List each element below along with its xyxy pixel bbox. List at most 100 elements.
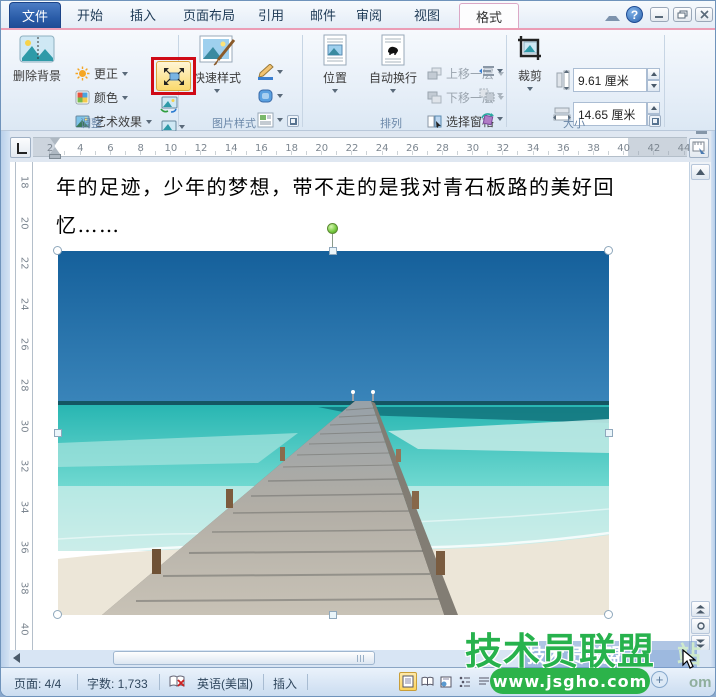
tab-page-layout[interactable]: 页面布局 xyxy=(173,4,245,28)
horizontal-ruler[interactable]: 2468101214161820222426283032343638404244 xyxy=(33,137,687,157)
position-button[interactable]: 位置 xyxy=(311,34,359,93)
remove-background-icon xyxy=(19,34,55,64)
resize-handle-bottom-middle[interactable] xyxy=(329,611,337,619)
web-layout-view-button[interactable] xyxy=(437,672,455,691)
page-count[interactable]: 页面: 4/4 xyxy=(14,675,61,692)
tab-review[interactable]: 审阅 xyxy=(348,4,390,28)
vertical-scrollbar[interactable] xyxy=(689,162,711,650)
spell-check-icon[interactable] xyxy=(169,674,187,689)
print-layout-view-button[interactable] xyxy=(399,672,417,691)
group-button[interactable] xyxy=(479,88,503,102)
ribbon: 删除背景 更正 颜色 艺术效果 xyxy=(1,28,716,131)
watermark-brand-text: 技术员联盟 xyxy=(465,621,655,675)
print-layout-icon xyxy=(402,675,414,688)
resize-handle-middle-left[interactable] xyxy=(54,429,62,437)
resize-handle-bottom-right[interactable] xyxy=(604,610,613,619)
tab-mailings[interactable]: 邮件 xyxy=(302,4,344,28)
resize-handle-top-middle[interactable] xyxy=(329,247,337,255)
draft-view-icon xyxy=(478,676,490,687)
tab-view[interactable]: 视图 xyxy=(406,4,448,28)
hanging-indent-marker[interactable] xyxy=(50,147,60,154)
send-backward-icon xyxy=(427,91,442,104)
crop-button[interactable]: 裁剪 xyxy=(509,34,551,91)
close-button[interactable] xyxy=(695,7,713,22)
resize-handle-top-right[interactable] xyxy=(604,246,613,255)
beach-pier-picture[interactable] xyxy=(58,251,609,615)
paragraph-line-1: 年的足迹，少年的梦想，带不走的是我对青石板路的美好回 xyxy=(56,171,615,200)
height-spin-up-icon[interactable] xyxy=(647,68,660,80)
resize-handle-middle-right[interactable] xyxy=(605,429,613,437)
height-spinner[interactable] xyxy=(647,68,660,92)
full-screen-reading-view-button[interactable] xyxy=(418,672,436,691)
first-line-indent-marker[interactable] xyxy=(50,138,60,145)
scroll-left-icon[interactable] xyxy=(13,653,20,663)
word-count[interactable]: 字数: 1,733 xyxy=(87,675,148,692)
restore-button[interactable] xyxy=(673,7,692,22)
crop-icon xyxy=(516,34,544,64)
ruler-toggle-button[interactable] xyxy=(689,138,709,158)
vertical-ruler[interactable]: 182022242628303234363840 xyxy=(15,162,33,650)
width-spin-up-icon[interactable] xyxy=(647,102,660,114)
horizontal-scroll-thumb[interactable] xyxy=(113,651,375,665)
tab-references[interactable]: 引用 xyxy=(250,4,292,28)
change-picture-button[interactable] xyxy=(159,96,179,113)
align-icon xyxy=(479,64,495,78)
tab-insert[interactable]: 插入 xyxy=(122,4,164,28)
color-palette-icon xyxy=(75,90,90,105)
shape-height-icon xyxy=(555,70,571,90)
change-picture-icon xyxy=(159,96,179,113)
select-browse-object-button[interactable] xyxy=(691,618,710,634)
tab-home[interactable]: 开始 xyxy=(69,4,111,28)
annotation-highlight-box xyxy=(151,57,196,95)
collapse-ribbon-icon[interactable] xyxy=(605,10,614,16)
minimize-ribbon-dash xyxy=(696,131,707,134)
tab-format-active[interactable]: 格式 xyxy=(459,3,519,28)
left-indent-marker[interactable] xyxy=(49,154,61,159)
picture-border-icon xyxy=(257,64,275,80)
language-indicator[interactable]: 英语(美国) xyxy=(197,675,253,692)
rotate-button[interactable] xyxy=(479,112,503,126)
restore-icon xyxy=(677,10,688,19)
ruler-number: 20 xyxy=(307,140,337,158)
group-objects-icon xyxy=(479,88,495,102)
picture-effects-button[interactable] xyxy=(257,88,283,104)
picture-border-button[interactable] xyxy=(257,64,283,80)
remove-background-button[interactable]: 删除背景 xyxy=(7,34,67,84)
group-label-size: 大小 xyxy=(549,115,599,129)
rotation-handle-stem xyxy=(332,234,333,247)
watermark-ghost-text: om xyxy=(689,674,712,691)
bring-forward-icon xyxy=(427,67,442,80)
ruler-number: 22 xyxy=(337,140,367,158)
picture-styles-dialog-launcher[interactable] xyxy=(287,115,299,127)
minimize-icon xyxy=(654,10,665,19)
ruler-number: 32 xyxy=(488,140,518,158)
size-dialog-launcher[interactable] xyxy=(649,115,661,127)
quick-styles-icon xyxy=(198,34,236,66)
height-spin-down-icon[interactable] xyxy=(647,80,660,92)
ruler-number: 26 xyxy=(397,140,427,158)
minimize-button[interactable] xyxy=(650,7,669,22)
ruler-number: 10 xyxy=(156,140,186,158)
wrap-text-button[interactable]: 自动换行 xyxy=(363,34,423,93)
group-label-adjust: 调整 xyxy=(56,115,126,129)
ruler-number: 6 xyxy=(95,140,125,158)
color-button[interactable]: 颜色 xyxy=(75,87,128,108)
tab-file[interactable]: 文件 xyxy=(9,2,61,28)
align-button[interactable] xyxy=(479,64,503,78)
rotate-icon xyxy=(479,112,495,126)
resize-handle-top-left[interactable] xyxy=(53,246,62,255)
browse-previous-button[interactable] xyxy=(691,601,710,617)
ruler-number: 24 xyxy=(367,140,397,158)
help-button[interactable]: ? xyxy=(626,6,643,23)
tab-stop-selector[interactable] xyxy=(10,137,31,158)
resize-handle-bottom-left[interactable] xyxy=(53,610,62,619)
ruler-number: 18 xyxy=(277,140,307,158)
ruler-number: 12 xyxy=(186,140,216,158)
rotation-handle[interactable] xyxy=(327,223,338,234)
insert-mode-indicator[interactable]: 插入 xyxy=(273,675,297,692)
corrections-button[interactable]: 更正 xyxy=(75,63,128,84)
shape-height-input[interactable] xyxy=(573,68,647,92)
wrap-text-icon xyxy=(379,34,407,66)
scroll-up-button[interactable] xyxy=(691,164,710,180)
scroll-up-icon xyxy=(696,169,705,175)
